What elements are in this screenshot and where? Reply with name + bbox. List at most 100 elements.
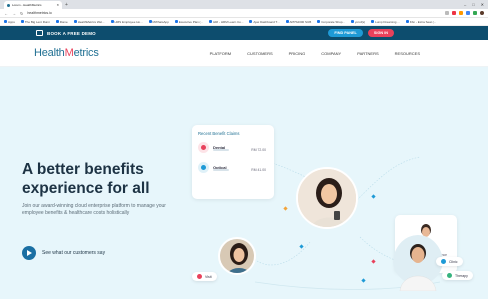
bookmark-label: HRI - HRM Learn Co... — [213, 19, 244, 24]
star-icon[interactable] — [445, 11, 449, 15]
claim-bar — [213, 169, 229, 171]
nav-item-customers[interactable]: CUSTOMERS — [247, 51, 272, 56]
bookmark-label: The Big Lent Rumi — [24, 19, 50, 24]
healthmetrics-logo[interactable]: HealthMetrics — [34, 47, 99, 59]
bookmark-icon — [4, 20, 7, 23]
bookmark-item[interactable]: MWhatsApp — [148, 19, 169, 24]
therapy-pill-label: Therapy — [455, 273, 468, 278]
headline-line-1: A better benefits — [22, 161, 144, 178]
minimize-icon[interactable]: – — [464, 1, 466, 9]
main-nav: HealthMetrics PLATFORM CUSTOMERS PRICING… — [0, 40, 488, 67]
bookmark-item[interactable]: Ajax Dashboard T... — [249, 19, 280, 24]
recent-claims-card: Recent Benefit Claims Dental RM 72.00 Op… — [192, 125, 274, 199]
bookmark-icon — [209, 20, 213, 23]
close-tab-icon[interactable]: ✕ — [56, 3, 59, 7]
bookmark-label: Rome — [59, 19, 68, 24]
bookmark-label: Lump Dreaming ... — [375, 19, 400, 24]
bookmark-icon — [110, 20, 114, 23]
bookmark-label: MWhatsApp — [152, 19, 169, 24]
clinic-icon — [441, 259, 446, 264]
dental-icon — [198, 142, 209, 153]
bookmark-icon — [174, 20, 178, 23]
customer-video-link[interactable]: See what our customers say — [22, 246, 105, 260]
therapy-icon — [447, 273, 452, 278]
cta-label: See what our customers say — [42, 250, 106, 256]
bookmark-icon — [20, 20, 24, 23]
bookmark-icon — [405, 20, 409, 23]
address-bar-row: ← → ↻ healthmetrics.io — [0, 9, 488, 18]
bookmark-item[interactable]: APPS2000 SUB — [285, 19, 312, 24]
hero-section: A better benefits experience for all Joi… — [0, 67, 488, 299]
nav-item-company[interactable]: COMPANY — [321, 51, 341, 56]
claim-bar — [213, 149, 229, 151]
nav-item-resources[interactable]: RESOURCES — [395, 51, 420, 56]
extension-icon[interactable] — [466, 11, 470, 15]
book-demo-link[interactable]: BOOK A FREE DEMO — [36, 30, 96, 36]
bookmark-icon — [73, 20, 77, 23]
url-field[interactable]: healthmetrics.io — [27, 11, 52, 15]
tab-title: Lorem - HealthMetrics — [12, 3, 42, 7]
close-window-icon[interactable]: ✕ — [481, 1, 484, 9]
bookmark-item[interactable]: Lump Dreaming ... — [371, 20, 400, 24]
new-tab-icon[interactable]: + — [65, 1, 68, 9]
clinic-pill: Clinic — [436, 257, 463, 266]
nav-item-platform[interactable]: PLATFORM — [210, 51, 231, 56]
bookmark-label: Apps — [8, 19, 15, 24]
logo-text-prefix: Health — [34, 47, 65, 59]
bookmark-label: yoruf(s) — [354, 19, 366, 24]
location-icon — [197, 274, 202, 279]
therapy-pill: Therapy — [442, 271, 473, 280]
bookmark-item[interactable]: Apps — [4, 20, 15, 24]
bookmarks-bar: Apps The Big Lent Rumi Rome HealthMetrics W… — [0, 18, 488, 26]
bookmark-item[interactable]: Corporate Shop... — [317, 20, 345, 24]
bookmark-item[interactable]: Executive Plan (... — [174, 19, 204, 24]
bookmark-item[interactable]: Kbn - Extra Seat (... — [405, 19, 437, 24]
sign-in-button[interactable]: SIGN IN — [367, 29, 394, 37]
claim-amount: RM 41.00 — [251, 168, 266, 172]
bookmark-label: APPS2000 SUB — [289, 19, 312, 24]
browser-tab-strip: Lorem - HealthMetrics ✕ + – □ ✕ — [0, 0, 488, 9]
site-topbar: BOOK A FREE DEMO FIND PANEL SIGN IN — [0, 26, 488, 40]
play-icon[interactable] — [22, 246, 36, 260]
calendar-icon — [36, 30, 43, 36]
browser-tab[interactable]: Lorem - HealthMetrics ✕ — [4, 1, 62, 9]
maximize-icon[interactable]: □ — [472, 1, 474, 9]
claims-card-title: Recent Benefit Claims — [198, 131, 240, 136]
bookmark-icon — [285, 20, 289, 23]
profile-avatar[interactable] — [480, 11, 484, 15]
bookmark-icon — [350, 20, 354, 23]
logo-text-m: M — [64, 47, 74, 59]
extensions-area — [445, 11, 484, 15]
nav-item-partners[interactable]: PARTNERS — [357, 51, 378, 56]
clinic-pill-label: Clinic — [449, 259, 458, 264]
bookmark-label: Kbn - Extra Seat (... — [409, 19, 437, 24]
bookmark-item[interactable]: HMS Employee Ho... — [110, 20, 143, 24]
forward-icon[interactable]: → — [12, 11, 16, 16]
back-icon[interactable]: ← — [4, 11, 8, 16]
bookmark-label: Executive Plan (... — [178, 19, 204, 24]
extension-icon[interactable] — [459, 11, 463, 15]
claim-amount: RM 72.00 — [251, 148, 266, 152]
claim-item-dental: Dental RM 72.00 — [198, 142, 268, 153]
nav-item-pricing[interactable]: PRICING — [289, 51, 306, 56]
hero-subtext: Join our award-winning cloud enterprise … — [22, 203, 166, 216]
reload-icon[interactable]: ↻ — [20, 11, 23, 16]
bookmark-item[interactable]: The Big Lent Rumi — [20, 19, 50, 24]
bookmark-item[interactable]: HRI - HRM Learn Co... — [209, 20, 243, 24]
find-panel-button[interactable]: FIND PANEL — [328, 29, 363, 37]
window-controls: – □ ✕ — [464, 1, 488, 9]
visit-pill-label: Visit — [205, 274, 212, 279]
bookmark-item[interactable]: HealthMetrics Wel... — [73, 20, 105, 24]
logo-text-suffix: etrics — [73, 47, 99, 59]
bookmark-item[interactable]: yoruf(s) — [350, 19, 366, 24]
bookmark-label: Ajax Dashboard T... — [253, 19, 280, 24]
extension-icon[interactable] — [452, 11, 456, 15]
bookmark-icon — [371, 20, 375, 23]
claim-item-optical: Optical RM 41.00 — [198, 162, 268, 173]
headline-line-2: experience for all — [22, 180, 150, 197]
visit-pill: Visit — [192, 272, 217, 281]
bookmark-item[interactable]: Rome — [55, 19, 68, 24]
bookmark-icon — [249, 20, 253, 23]
extension-icon[interactable] — [473, 11, 477, 15]
woman-with-phone-photo — [296, 167, 358, 229]
